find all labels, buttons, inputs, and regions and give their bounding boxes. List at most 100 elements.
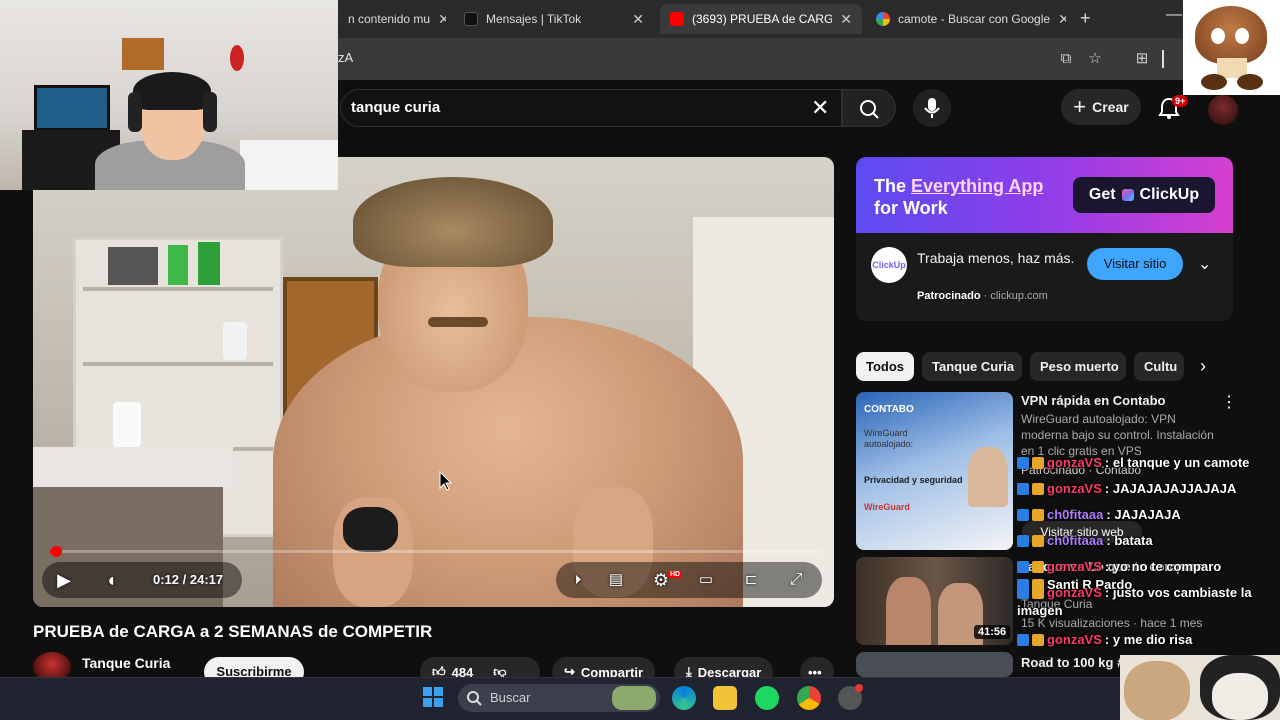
ad-text: Trabaja menos, haz más.: [917, 250, 1075, 266]
ad-headline: The Everything App for Work: [874, 175, 1064, 219]
chat-message: gonzaVS: JAJAJAJAJJAJAJA: [1017, 481, 1236, 496]
goomba-head: [1195, 6, 1267, 64]
mustache: [428, 317, 488, 327]
desk-top: [33, 447, 233, 487]
badge-icon: [1032, 560, 1044, 573]
extensions-icon[interactable]: ⊞: [1132, 49, 1152, 69]
chat-message: ch0fitaaa: batata: [1017, 533, 1153, 548]
ad-get-clickup-button[interactable]: Get ClickUp: [1073, 177, 1215, 213]
fullscreen-icon[interactable]: ⤢: [783, 568, 809, 592]
notification-count-badge: 9+: [1172, 95, 1189, 107]
chevron-right-icon[interactable]: ›: [1200, 356, 1206, 377]
browser-tab[interactable]: camote - Buscar con Google ✕: [866, 4, 1066, 34]
rec-thumbnail[interactable]: CONTABO WireGuard autoalojado: Privacida…: [856, 392, 1013, 550]
bookmark-star-icon[interactable]: ☆: [1085, 49, 1105, 69]
thumb-logo: WireGuard: [864, 502, 910, 512]
chat-text: : JAJAJAJAJJAJAJA: [1104, 481, 1237, 496]
chip-peso-muerto[interactable]: Peso muerto: [1030, 352, 1126, 381]
badge-icon: [1017, 534, 1029, 547]
video-duration: 41:56: [974, 625, 1011, 639]
badge-icon: [1032, 482, 1044, 495]
chat-username: ch0fitaaa: [1047, 507, 1104, 522]
close-tab-icon[interactable]: ✕: [840, 11, 852, 28]
painting: [122, 38, 164, 70]
chat-text: : batata: [1106, 533, 1153, 548]
create-button[interactable]: + Crear: [1061, 89, 1141, 125]
cast-icon[interactable]: ⊏: [738, 568, 764, 592]
microphone-object: [343, 507, 398, 552]
url-text[interactable]: zA: [338, 50, 353, 65]
video-player[interactable]: [33, 157, 834, 607]
shelf: [83, 362, 273, 366]
volume-icon[interactable]: ◖: [98, 568, 124, 592]
chat-username: gonzaVS: [1047, 481, 1102, 496]
chip-tanque-curia[interactable]: Tanque Curia: [922, 352, 1022, 381]
progress-scrubber[interactable]: [51, 546, 62, 557]
new-tab-button[interactable]: +: [1080, 8, 1091, 29]
video-title: PRUEBA de CARGA a 2 SEMANAS de COMPETIR: [33, 622, 433, 641]
more-vertical-icon[interactable]: ⋮: [1221, 392, 1237, 412]
chat-username: ch0fitaaa: [1047, 533, 1104, 548]
chrome-icon[interactable]: [797, 686, 821, 710]
spotify-icon[interactable]: [755, 686, 779, 710]
progress-bar-track[interactable]: [50, 550, 822, 553]
install-app-icon[interactable]: ⧉: [1056, 49, 1076, 69]
browser-tab[interactable]: n contenido mu ✕: [338, 4, 446, 34]
chip-all[interactable]: Todos: [856, 352, 914, 381]
supplement-jar: [168, 245, 188, 285]
file-explorer-icon[interactable]: [713, 686, 737, 710]
thumb-person: [968, 447, 1008, 507]
voice-search-button[interactable]: [913, 89, 951, 127]
sponsored-label: Patrocinado: [917, 290, 981, 302]
badge-icon: [1017, 482, 1029, 495]
rec-description: WireGuard autoalojado: VPN moderna bajo …: [1021, 412, 1214, 458]
play-button[interactable]: ▶: [51, 568, 77, 592]
chat-username: gonzaVS: [1047, 455, 1102, 470]
chat-text: : justo vos cambiaste la: [1104, 585, 1252, 600]
badge-icon: [1017, 586, 1029, 599]
search-icon: [467, 691, 482, 706]
chat-username: gonzaVS: [1047, 559, 1102, 574]
tab-label: (3693) PRUEBA de CARGA a: [692, 12, 832, 26]
bed: [240, 140, 338, 190]
search-input[interactable]: tanque curia: [351, 99, 440, 116]
supplement-jar: [198, 242, 220, 285]
google-icon: [876, 12, 890, 26]
subtitles-icon[interactable]: ▤: [603, 568, 629, 592]
goomba-foot: [1237, 74, 1263, 90]
rec-title[interactable]: Road to 100 kg #3: [1021, 654, 1132, 671]
ad-card: [856, 233, 1233, 321]
edge-icon[interactable]: [672, 686, 696, 710]
chat-message: ch0fitaaa: JAJAJAJA: [1017, 507, 1181, 522]
rec-thumbnail[interactable]: 41:56: [856, 557, 1013, 645]
close-tab-icon[interactable]: ✕: [438, 11, 446, 28]
chevron-down-icon[interactable]: ⌄: [1198, 254, 1211, 274]
ad-logo[interactable]: ClickUp: [871, 247, 907, 283]
chat-text: imagen: [1017, 603, 1063, 618]
badge-icon: [1032, 456, 1044, 469]
minimize-icon[interactable]: —: [1166, 6, 1182, 24]
badge-icon: [1017, 633, 1029, 646]
channel-name[interactable]: Tanque Curia: [82, 655, 170, 671]
miniplayer-icon[interactable]: ▭: [693, 568, 719, 592]
browser-tab[interactable]: Mensajes | TikTok ✕: [454, 4, 654, 34]
rec-title[interactable]: VPN rápida en Contabo: [1021, 392, 1211, 409]
clear-search-icon[interactable]: ✕: [811, 95, 829, 121]
close-tab-icon[interactable]: ✕: [632, 11, 644, 28]
chip-cultu[interactable]: Cultu: [1134, 352, 1184, 381]
browser-tab-active[interactable]: (3693) PRUEBA de CARGA a ✕: [660, 4, 862, 34]
windows-start-icon[interactable]: [422, 686, 444, 708]
divider: [1162, 50, 1164, 68]
account-avatar[interactable]: [1208, 95, 1238, 125]
supplement-jar: [113, 402, 141, 447]
headphones: [203, 92, 217, 132]
hd-badge: HD: [668, 571, 683, 578]
thumb-text: Privacidad y seguridad: [864, 475, 963, 485]
autoplay-toggle-icon[interactable]: ⏵: [565, 568, 591, 592]
rec-thumbnail[interactable]: [856, 652, 1013, 677]
close-tab-icon[interactable]: ✕: [1058, 11, 1066, 28]
visit-site-button[interactable]: Visitar sitio: [1087, 248, 1183, 280]
search-button[interactable]: [842, 89, 896, 127]
chat-text: : y me dio risa: [1104, 632, 1193, 647]
create-label: Crear: [1092, 99, 1129, 115]
